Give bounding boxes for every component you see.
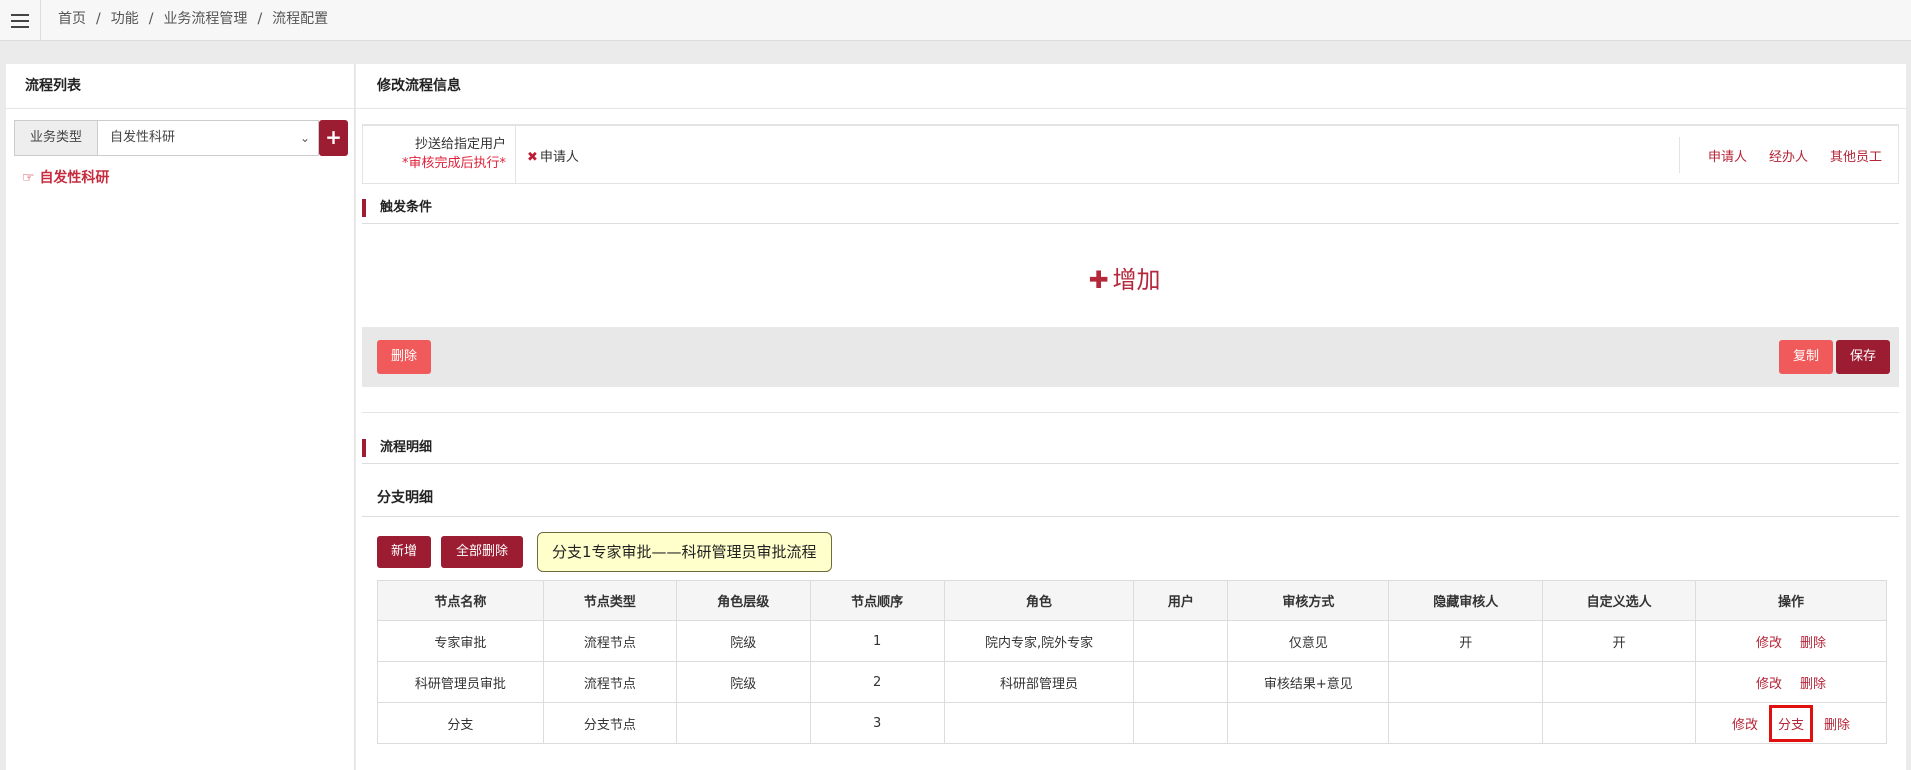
col-user: 用户 xyxy=(1133,580,1229,621)
cc-link-handler[interactable]: 经办人 xyxy=(1769,146,1808,165)
cell-custom-select xyxy=(1542,702,1697,744)
cell-node-name: 科研管理员审批 xyxy=(377,661,544,703)
col-role-level: 角色层级 xyxy=(675,580,811,621)
business-type-group: 业务类型 自发性科研 ⌄ xyxy=(14,120,319,156)
flow-list-title: 流程列表 xyxy=(6,64,354,109)
cell-custom-select xyxy=(1542,661,1697,703)
edit-link[interactable]: 修改 xyxy=(1756,636,1782,651)
business-type-select[interactable]: 自发性科研 ⌄ xyxy=(97,120,319,156)
cc-user-row: 抄送给指定用户 *审核完成后执行* ✖ 申请人 申请人 经办人 其他员工 xyxy=(362,124,1899,184)
action-bar: 删除 复制 保存 xyxy=(362,327,1899,387)
cell-node-order: 3 xyxy=(809,702,945,744)
cc-link-other-staff[interactable]: 其他员工 xyxy=(1830,146,1882,165)
cc-user-label: 抄送给指定用户 xyxy=(414,137,506,152)
table-row: 专家审批 流程节点 院级 1 院内专家,院外专家 仅意见 开 开 修改 删除 xyxy=(377,620,1887,662)
breadcrumb-item-home[interactable]: 首页 xyxy=(58,11,86,27)
trigger-condition-heading: 触发条件 xyxy=(362,192,1899,224)
cell-node-name: 分支 xyxy=(377,702,544,744)
cell-hide-reviewer: 开 xyxy=(1388,620,1544,662)
plus-icon: + xyxy=(325,125,342,149)
edit-flow-title: 修改流程信息 xyxy=(356,64,1906,109)
cell-role-level: 院级 xyxy=(675,661,811,703)
x-icon[interactable]: ✖ xyxy=(527,150,538,165)
cc-user-value: ✖ 申请人 xyxy=(527,146,579,165)
cell-node-order: 1 xyxy=(809,620,945,662)
plus-icon: ✚ xyxy=(1088,266,1109,294)
delete-link[interactable]: 删除 xyxy=(1800,677,1826,692)
col-node-type: 节点类型 xyxy=(542,580,677,621)
branch-node-table: 节点名称 节点类型 角色层级 节点顺序 角色 用户 审核方式 隐藏审核人 自定义… xyxy=(377,580,1887,744)
col-node-name: 节点名称 xyxy=(377,580,544,621)
branch-link[interactable]: 分支 xyxy=(1769,704,1814,742)
cc-link-applicant[interactable]: 申请人 xyxy=(1708,146,1747,165)
cell-review-method xyxy=(1227,702,1390,744)
cell-role-level: 院级 xyxy=(675,620,811,662)
col-actions: 操作 xyxy=(1695,580,1887,621)
add-condition-button[interactable]: ✚ 增加 xyxy=(356,260,1893,295)
branch-tooltip: 分支1专家审批——科研管理员审批流程 xyxy=(537,532,832,572)
cc-user-label-cell: 抄送给指定用户 *审核完成后执行* xyxy=(363,126,516,184)
cell-node-type: 流程节点 xyxy=(542,661,677,703)
business-type-label: 业务类型 xyxy=(14,120,97,156)
hand-point-icon: ☞ xyxy=(22,170,35,186)
cell-actions: 修改 删除 xyxy=(1695,661,1887,703)
divider xyxy=(362,412,1899,413)
table-row: 分支 分支节点 3 修改 分支 删除 xyxy=(377,702,1887,744)
cell-custom-select: 开 xyxy=(1542,620,1697,662)
edit-link[interactable]: 修改 xyxy=(1756,677,1782,692)
cell-hide-reviewer xyxy=(1388,661,1544,703)
cell-actions: 修改 删除 xyxy=(1695,620,1887,662)
cell-review-method: 仅意见 xyxy=(1227,620,1390,662)
cc-user-note: *审核完成后执行* xyxy=(401,156,506,171)
delete-all-button[interactable]: 全部删除 xyxy=(441,536,523,568)
edit-link[interactable]: 修改 xyxy=(1732,718,1758,733)
cell-user xyxy=(1133,620,1229,662)
col-role: 角色 xyxy=(943,580,1135,621)
cell-actions: 修改 分支 删除 xyxy=(1695,702,1887,744)
flow-detail-heading: 流程明细 xyxy=(362,432,1899,464)
cell-role: 院内专家,院外专家 xyxy=(943,620,1135,662)
breadcrumb: 首页 / 功能 / 业务流程管理 / 流程配置 xyxy=(58,11,329,27)
top-bar: 首页 / 功能 / 业务流程管理 / 流程配置 xyxy=(0,0,1911,41)
breadcrumb-item-flow-config: 流程配置 xyxy=(272,11,329,27)
delete-link[interactable]: 删除 xyxy=(1800,636,1826,651)
cell-review-method: 审核结果+意见 xyxy=(1227,661,1390,703)
table-row: 科研管理员审批 流程节点 院级 2 科研部管理员 审核结果+意见 修改 删除 xyxy=(377,661,1887,703)
delete-button[interactable]: 删除 xyxy=(377,340,431,374)
new-node-button[interactable]: 新增 xyxy=(377,536,431,568)
col-review-method: 审核方式 xyxy=(1227,580,1390,621)
cell-node-type: 分支节点 xyxy=(542,702,677,744)
cell-node-order: 2 xyxy=(809,661,945,703)
business-type-value: 自发性科研 xyxy=(110,130,176,145)
cell-role-level xyxy=(675,702,811,744)
add-condition-label: 增加 xyxy=(1112,266,1161,294)
branch-detail-heading: 分支明细 xyxy=(362,480,1899,517)
menu-toggle-button[interactable] xyxy=(0,0,41,41)
cell-node-name: 专家审批 xyxy=(377,620,544,662)
save-button[interactable]: 保存 xyxy=(1836,340,1890,374)
copy-button[interactable]: 复制 xyxy=(1779,340,1833,374)
cc-user-links: 申请人 经办人 其他员工 xyxy=(1678,137,1898,173)
tree-item-flow[interactable]: ☞ 自发性科研 xyxy=(22,167,109,187)
cell-role xyxy=(943,702,1135,744)
col-hide-reviewer: 隐藏审核人 xyxy=(1388,580,1544,621)
cell-user xyxy=(1133,702,1229,744)
add-business-type-button[interactable]: + xyxy=(319,120,348,156)
tree-item-label: 自发性科研 xyxy=(39,170,110,186)
cell-role: 科研部管理员 xyxy=(943,661,1135,703)
flow-list-panel: 流程列表 业务类型 自发性科研 ⌄ + ☞ 自发性科研 xyxy=(6,64,355,770)
chevron-down-icon: ⌄ xyxy=(299,131,310,145)
hamburger-icon xyxy=(11,13,29,28)
delete-link[interactable]: 删除 xyxy=(1824,718,1850,733)
breadcrumb-item-function[interactable]: 功能 xyxy=(111,11,139,27)
cell-user xyxy=(1133,661,1229,703)
col-custom-select: 自定义选人 xyxy=(1542,580,1697,621)
table-header-row: 节点名称 节点类型 角色层级 节点顺序 角色 用户 审核方式 隐藏审核人 自定义… xyxy=(377,580,1887,621)
cell-hide-reviewer xyxy=(1388,702,1544,744)
col-node-order: 节点顺序 xyxy=(809,580,945,621)
cc-user-tag: 申请人 xyxy=(539,150,579,165)
breadcrumb-item-workflow-management[interactable]: 业务流程管理 xyxy=(163,11,247,27)
cell-node-type: 流程节点 xyxy=(542,620,677,662)
